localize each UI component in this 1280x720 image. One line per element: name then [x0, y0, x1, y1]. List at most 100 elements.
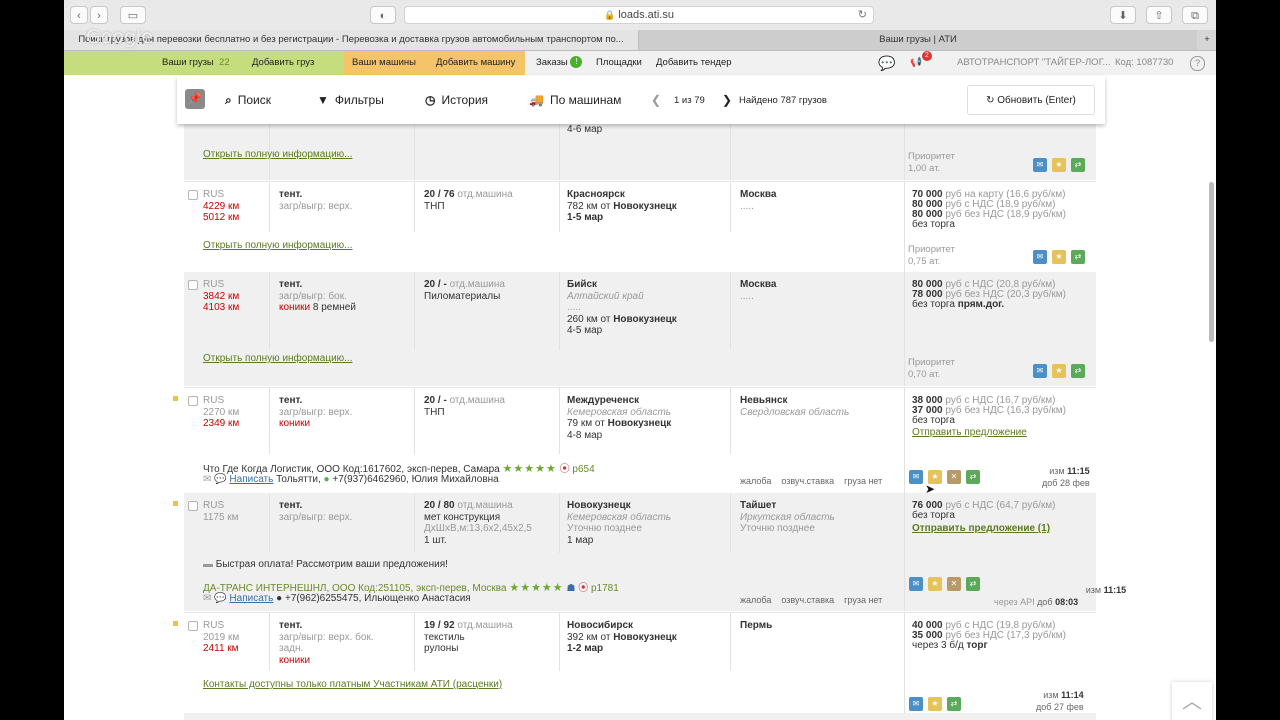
sidebar-icon[interactable]: ▭ — [120, 6, 146, 24]
refresh-button[interactable]: ↻ Обновить (Enter) — [967, 85, 1095, 115]
nav-add-car[interactable]: Добавить машину — [436, 51, 515, 75]
no-cargo-link[interactable]: груза нет — [844, 595, 882, 605]
chat-icon[interactable]: 💬 — [878, 51, 895, 75]
chat-icon: 💬 — [214, 474, 227, 485]
voice-rate-link[interactable]: озвуч.ставка — [781, 595, 834, 605]
write-link[interactable]: Написать — [229, 593, 273, 604]
transfer-icon[interactable]: ⇄ — [966, 577, 980, 591]
favorite-icon[interactable]: ★ — [1052, 158, 1066, 172]
url-text: loads.ati.su — [618, 9, 674, 21]
found-count: Найдено 787 грузов — [739, 95, 827, 106]
traffic-light-icon: ⦿ — [578, 583, 589, 594]
favorite-icon[interactable]: ★ — [1052, 250, 1066, 264]
row-timestamps: изм 11:15 через API доб 08:03 — [994, 585, 1127, 607]
tab-title: Ваши грузы | АТИ — [879, 34, 957, 45]
by-cars-button[interactable]: 🚚 По машинам — [529, 93, 621, 107]
cargo-col: 20 / 76 отд.машина ТНП — [424, 189, 513, 212]
message-icon[interactable]: ✉ — [909, 470, 923, 484]
reload-icon[interactable]: ↻ — [858, 7, 867, 24]
complaint-link[interactable]: жалоба — [740, 476, 771, 486]
row-checkbox[interactable] — [188, 280, 198, 290]
row-checkbox[interactable] — [188, 396, 198, 406]
filter-icon: ▼ — [317, 93, 329, 107]
message-icon[interactable]: ✉ — [909, 577, 923, 591]
write-link[interactable]: Написать — [229, 474, 273, 485]
hide-icon[interactable]: ✕ — [947, 577, 961, 591]
history-button[interactable]: ◷ История — [425, 93, 488, 107]
nav-add-cargo[interactable]: Добавить груз — [252, 51, 314, 75]
distance-col: RUS 3842 км 4103 км — [203, 279, 240, 313]
notifications-icon[interactable]: 📢2 — [910, 51, 932, 75]
open-full-info-link[interactable]: Открыть полную информацию... — [203, 353, 353, 364]
send-offer-link[interactable]: Отправить предложение — [912, 427, 1027, 438]
hide-icon[interactable]: ✕ — [947, 470, 961, 484]
help-icon[interactable]: ? — [1190, 56, 1205, 71]
back-icon[interactable]: ‹ — [70, 6, 88, 24]
row-checkbox[interactable] — [188, 621, 198, 631]
nav-your-cars[interactable]: Ваши машины — [352, 51, 416, 75]
search-toolbar: 📌 ⌕ Поиск ▼ Фильтры ◷ История 🚚 По машинам ❮… — [177, 76, 1105, 124]
open-full-info-link[interactable]: Открыть полную информацию... — [203, 149, 353, 160]
transfer-icon[interactable]: ⇄ — [1071, 158, 1085, 172]
message-icon[interactable]: ✉ — [1033, 158, 1047, 172]
prev-page-icon[interactable]: ❮ — [651, 93, 661, 107]
favorite-icon[interactable]: ★ — [928, 577, 942, 591]
to-col: Невьянск Свердловская область — [740, 395, 850, 418]
price-col: 70 000 руб на карту (16,6 руб/км) 80 000… — [912, 189, 1066, 230]
transfer-icon[interactable]: ⇄ — [947, 697, 961, 711]
row-checkbox[interactable] — [188, 501, 198, 511]
filters-button[interactable]: ▼ Фильтры — [317, 93, 384, 107]
transfer-icon[interactable]: ⇄ — [1071, 250, 1085, 264]
transfer-icon[interactable]: ⇄ — [1071, 364, 1085, 378]
from-col: Новокузнецк Кемеровская область Уточню поз… — [567, 500, 672, 546]
company-line: ДА-ТРАНС ИНТЕРНЕШНЛ, ООО Код:251105, экс… — [203, 579, 619, 594]
table-row: RUS 1175 км тент. загр/выгр: верх. 20 / 80… — [173, 493, 1127, 611]
nav-your-cargo[interactable]: Ваши грузы 22 — [162, 51, 230, 75]
tabs-overview-icon[interactable]: ⧉ — [1182, 6, 1208, 24]
flag-icon — [173, 501, 178, 506]
next-page-icon[interactable]: ❯ — [722, 93, 732, 107]
transfer-icon[interactable]: ⇄ — [966, 470, 980, 484]
message-icon[interactable]: ✉ — [909, 697, 923, 711]
search-button[interactable]: ⌕ Поиск — [225, 93, 271, 108]
truck-col: тент. загр/выгр: верх. бок. задн. коники — [279, 620, 374, 666]
address-bar[interactable]: 🔒 loads.ati.su ↻ — [404, 6, 874, 24]
voice-rate-link[interactable]: озвуч.ставка — [781, 476, 834, 486]
flag-icon — [173, 396, 178, 401]
share-icon[interactable]: ⇧ — [1146, 6, 1172, 24]
nav-platforms[interactable]: Площадки — [596, 51, 642, 75]
tab-title: Поиск грузов для перевозки бесплатно и б… — [78, 34, 624, 45]
company-score: р1781 — [590, 583, 619, 594]
tab-your-cargo[interactable]: Ваши грузы | АТИ — [639, 30, 1197, 50]
table-row — [184, 713, 1096, 720]
from-col: Красноярск 782 км от Новокузнецк 1-5 мар — [567, 189, 677, 223]
complaint-link[interactable]: жалоба — [740, 595, 771, 605]
privacy-icon[interactable]: ◐ — [370, 6, 396, 24]
page-indicator: 1 из 79 — [674, 95, 705, 106]
refresh-icon: ↻ — [986, 95, 995, 106]
contact-line: ✉ 💬 Написать ● +7(962)6255475, Ильющенко… — [203, 593, 471, 604]
mail-icon[interactable]: ✉ — [203, 474, 211, 485]
mail-icon[interactable]: ✉ — [203, 593, 211, 604]
send-offer-link[interactable]: Отправить предложение (1) — [912, 523, 1050, 534]
nav-orders[interactable]: Заказы ! — [536, 51, 583, 75]
message-icon[interactable]: ✉ — [1033, 250, 1047, 264]
message-icon[interactable]: ✉ — [1033, 364, 1047, 378]
favorite-icon[interactable]: ★ — [1052, 364, 1066, 378]
contacts-paid-link[interactable]: Контакты доступны только платным Участни… — [203, 679, 502, 690]
company-name[interactable]: АВТОТРАНСПОРТ "ТАЙГЕР-ЛОГ... — [957, 51, 1110, 75]
contact-phone: +7(937)6462960, Юлия Михайловна — [332, 474, 499, 485]
forward-icon[interactable]: › — [90, 6, 108, 24]
row-checkbox[interactable] — [188, 190, 198, 200]
favorite-icon[interactable]: ★ — [928, 697, 942, 711]
open-full-info-link[interactable]: Открыть полную информацию... — [203, 240, 353, 251]
table-row: RUS 2270 км 2349 км тент. загр/выгр: верх. к… — [173, 387, 1096, 493]
browser-window: ‹ › ▭ ◐ 🔒 loads.ati.su ↻ ⬇ ⇧ ⧉ Поиск гру… — [64, 0, 1216, 720]
pin-icon[interactable]: 📌 — [185, 89, 205, 109]
new-tab-icon[interactable]: + — [1198, 30, 1216, 50]
scrollbar[interactable] — [1209, 182, 1214, 342]
scroll-to-top-button[interactable]: ︿ — [1172, 682, 1212, 720]
downloads-icon[interactable]: ⬇ — [1110, 6, 1136, 24]
nav-add-tender[interactable]: Добавить тендер — [656, 51, 732, 75]
no-cargo-link[interactable]: груза нет — [844, 476, 882, 486]
